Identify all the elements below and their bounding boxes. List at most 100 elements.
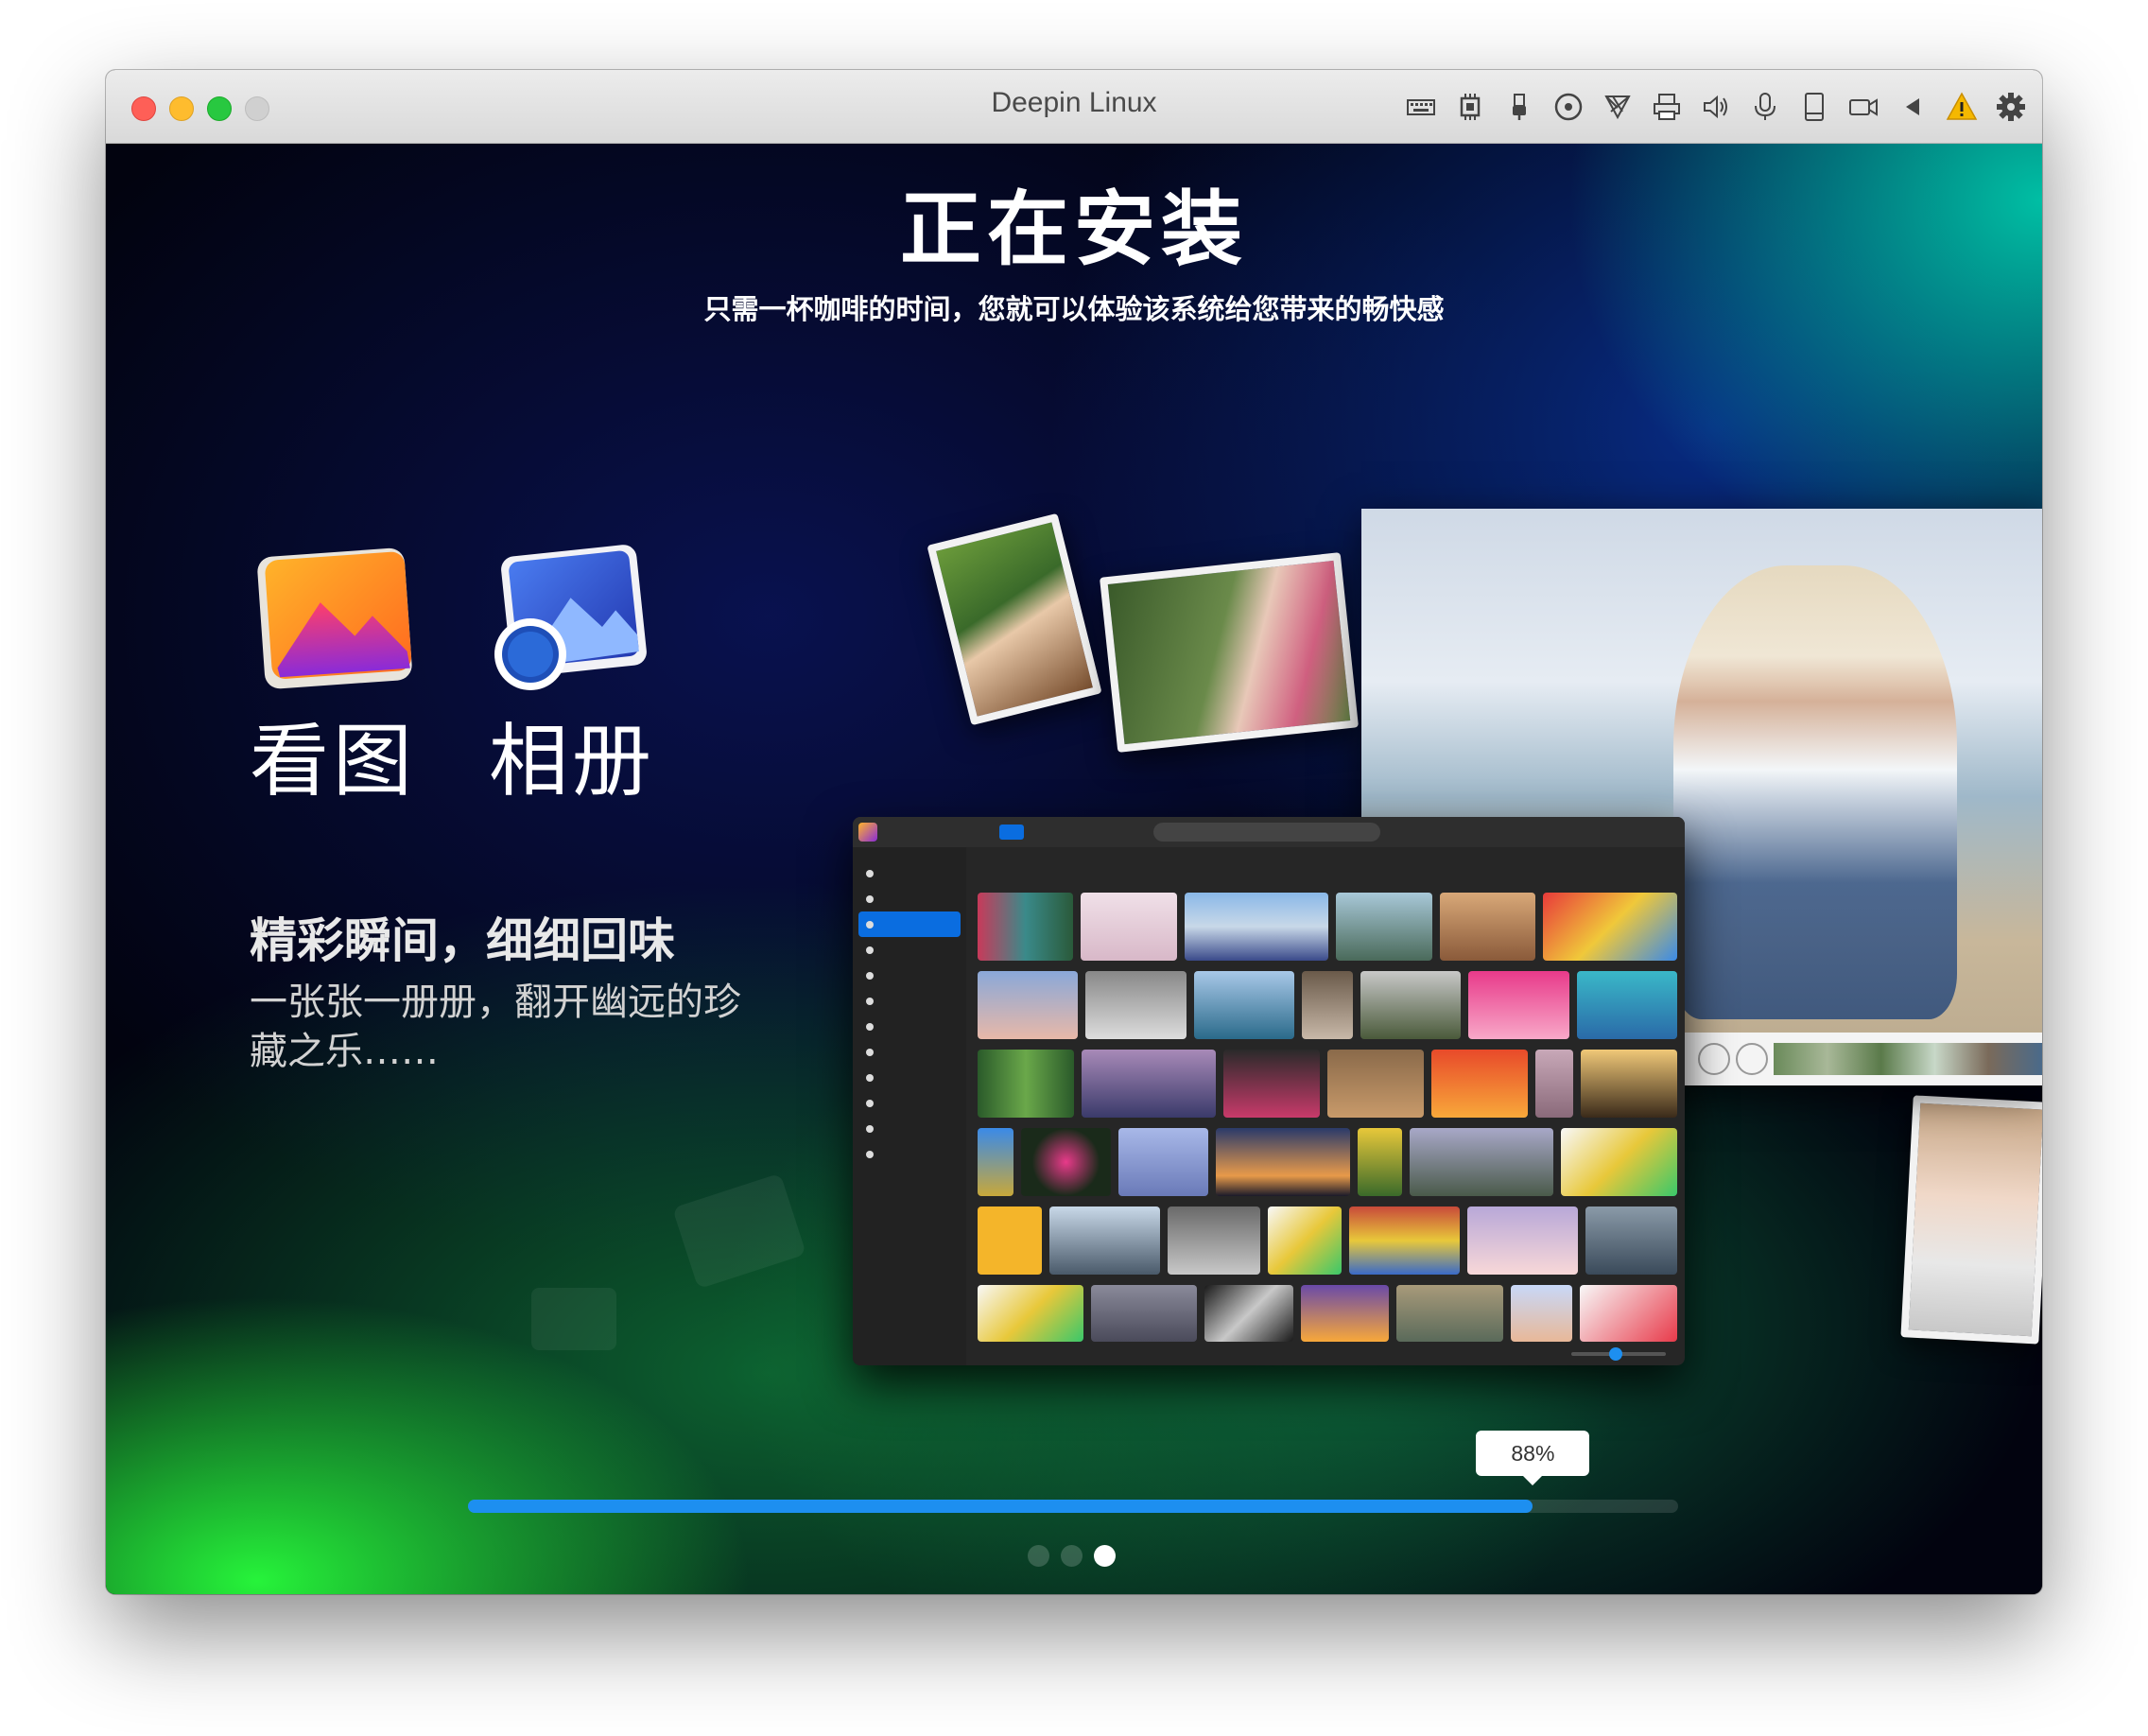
thumbnail[interactable] [1168,1207,1260,1275]
warning-icon[interactable] [1944,85,1980,129]
pager-dot[interactable] [1094,1545,1116,1567]
thumbnail[interactable] [1542,893,1678,961]
thumbnail[interactable] [978,971,1079,1039]
thumbnail[interactable] [1580,1285,1677,1342]
sidebar-item[interactable] [853,860,966,886]
thumbnail[interactable] [1302,971,1353,1039]
install-progress-fill [468,1500,1533,1513]
thumbnail[interactable] [1204,1285,1293,1342]
sidebar-item[interactable] [853,1039,966,1065]
thumbnail[interactable] [978,1207,1043,1275]
sidebar-item[interactable] [853,1014,966,1039]
zoom-slider[interactable] [1571,1347,1666,1361]
thumbnail[interactable] [1193,971,1295,1039]
thumbnail[interactable] [1576,971,1678,1039]
thumbnail[interactable] [978,1128,1013,1196]
beach-couple-photo [1673,565,1957,1019]
thumbnail[interactable] [1348,1207,1460,1275]
thumbnail[interactable] [978,1285,1084,1342]
decorative-photo-icon [672,1172,806,1290]
app-name-image-viewer: 看图 [250,715,417,807]
sidebar-item[interactable] [853,1141,966,1167]
vm-window: Deepin Linux 正在安装 只需一杯咖啡的时间，您就可以体验该系统给您带… [106,70,2042,1594]
sidebar-item[interactable] [853,886,966,911]
zoom-slider-handle[interactable] [1609,1347,1622,1361]
rotate-right-icon[interactable] [1736,1043,1768,1075]
arrow-left-icon[interactable] [1895,85,1931,129]
thumbnail[interactable] [1360,971,1462,1039]
thumbnail[interactable] [1081,893,1177,961]
thumbnail[interactable] [1081,1050,1217,1118]
album-tab-active[interactable] [999,825,1024,840]
thumbnail[interactable] [1300,1285,1390,1342]
sidebar-item[interactable] [853,963,966,988]
tagline: 精彩瞬间，细细回味 [250,913,675,968]
thumbnail[interactable] [1117,1128,1208,1196]
thumbnail[interactable] [1336,893,1432,961]
speaker-icon[interactable] [1698,85,1734,129]
couple-photo [1900,1095,2042,1345]
thumbnail[interactable] [1049,1207,1161,1275]
installer-slide: 正在安装 只需一杯咖啡的时间，您就可以体验该系统给您带来的畅快感 看图 相册 精… [106,144,2042,1594]
camera-icon[interactable] [1845,85,1881,129]
vm-toolbar [1403,85,2029,129]
filmstrip[interactable] [1774,1043,2042,1075]
app-name-album: 相册 [489,715,656,807]
decorative-photo-icon [531,1288,616,1350]
album-search-input[interactable] [1153,823,1380,842]
sidebar-item[interactable] [853,988,966,1014]
thumbnail[interactable] [1510,1285,1573,1342]
thumbnail[interactable] [978,893,1074,961]
thumbnail[interactable] [1091,1285,1198,1342]
thumbnail[interactable] [1184,893,1329,961]
cd-icon[interactable] [1550,85,1586,129]
pager-dot[interactable] [1061,1545,1083,1567]
viewer-toolbar [1683,1033,2042,1085]
album-icon [487,543,648,694]
sidebar-item[interactable] [853,1065,966,1090]
slide-pager [1028,1545,1116,1567]
install-progress-bar [468,1500,1678,1513]
thumbnail[interactable] [1534,1050,1574,1118]
sidebar-item[interactable] [853,1090,966,1116]
thumbnail[interactable] [1466,1207,1578,1275]
thumbnail[interactable] [1327,1050,1424,1118]
thumbnail[interactable] [1560,1128,1677,1196]
thumbnail[interactable] [1215,1128,1350,1196]
thumbnail[interactable] [1585,1207,1677,1275]
drive-icon[interactable] [1796,85,1832,129]
usb-icon[interactable] [1501,85,1537,129]
sidebar-item[interactable] [853,1116,966,1141]
album-logo-icon [858,823,877,842]
album-sidebar [853,847,966,1365]
installing-heading: 正在安装 [900,182,1248,277]
progress-tooltip: 88% [1476,1431,1590,1485]
album-app-screenshot [853,817,1685,1365]
sidebar-item[interactable] [853,937,966,963]
thumbnail[interactable] [978,1050,1074,1118]
description: 一张张一册册，翻开幽远的珍藏之乐…… [250,981,741,1073]
installing-subheading: 只需一杯咖啡的时间，您就可以体验该系统给您带来的畅快感 [703,293,1445,325]
pager-dot[interactable] [1028,1545,1049,1567]
thumbnail[interactable] [1357,1128,1403,1196]
thumbnail[interactable] [1085,971,1187,1039]
thumbnail[interactable] [1430,1050,1528,1118]
sidebar-item-active[interactable] [858,911,961,937]
thumbnail[interactable] [1468,971,1569,1039]
thumbnail[interactable] [1020,1128,1111,1196]
microphone-icon[interactable] [1747,85,1783,129]
thumbnail[interactable] [1223,1050,1320,1118]
keyboard-icon[interactable] [1403,85,1439,129]
printer-icon[interactable] [1649,85,1685,129]
thumbnail[interactable] [1267,1207,1342,1275]
network-icon[interactable] [1600,85,1636,129]
cpu-icon[interactable] [1452,85,1488,129]
thumbnail[interactable] [1581,1050,1677,1118]
album-titlebar [853,817,1685,847]
thumbnail[interactable] [1396,1285,1503,1342]
gear-icon[interactable] [1993,85,2029,129]
thumbnail[interactable] [1410,1128,1553,1196]
rotate-left-icon[interactable] [1698,1043,1730,1075]
title-bar: Deepin Linux [106,70,2042,144]
thumbnail[interactable] [1439,893,1535,961]
